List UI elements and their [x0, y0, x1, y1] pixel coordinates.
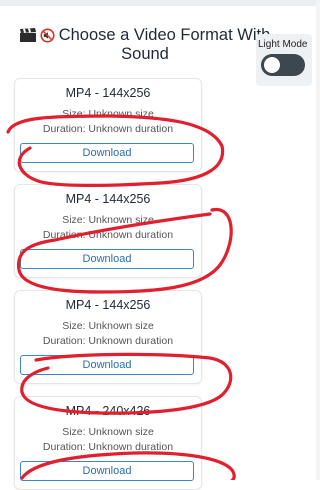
browser-top-bar [0, 0, 320, 6]
page-title-text: Choose a Video Format With Sound [58, 26, 271, 63]
format-title: MP4 - 144x256 [65, 86, 151, 100]
format-card: MP4 - 144x256 Size: Unknown size Duratio… [14, 184, 202, 278]
format-duration: Duration: Unknown duration [42, 441, 174, 453]
muted-speaker-icon [40, 28, 55, 43]
format-duration: Duration: Unknown duration [42, 229, 174, 241]
download-button[interactable]: Download [20, 249, 194, 269]
clapperboard-icon [19, 28, 36, 42]
format-size: Size: Unknown size [62, 214, 154, 226]
format-size: Size: Unknown size [62, 426, 154, 438]
theme-toggle-label: Light Mode [258, 39, 308, 50]
format-title: MP4 - 144x256 [65, 192, 151, 206]
format-card: MP4 - 240x426 Size: Unknown size Duratio… [14, 396, 202, 490]
format-title: MP4 - 240x426 [65, 404, 151, 418]
theme-switch-knob [264, 57, 280, 73]
download-button[interactable]: Download [20, 143, 194, 163]
format-size: Size: Unknown size [62, 320, 154, 332]
format-duration: Duration: Unknown duration [42, 335, 174, 347]
scrollbar[interactable] [316, 0, 320, 480]
format-card: MP4 - 144x256 Size: Unknown size Duratio… [14, 290, 202, 384]
format-title: MP4 - 144x256 [65, 298, 151, 312]
page-title: Choose a Video Format With Sound [10, 26, 280, 64]
format-card: MP4 - 144x256 Size: Unknown size Duratio… [14, 78, 202, 172]
theme-toggle[interactable]: Light Mode [256, 34, 312, 86]
format-duration: Duration: Unknown duration [42, 123, 174, 135]
download-button[interactable]: Download [20, 355, 194, 375]
theme-switch[interactable] [261, 54, 305, 76]
download-button[interactable]: Download [20, 461, 194, 481]
format-size: Size: Unknown size [62, 108, 154, 120]
